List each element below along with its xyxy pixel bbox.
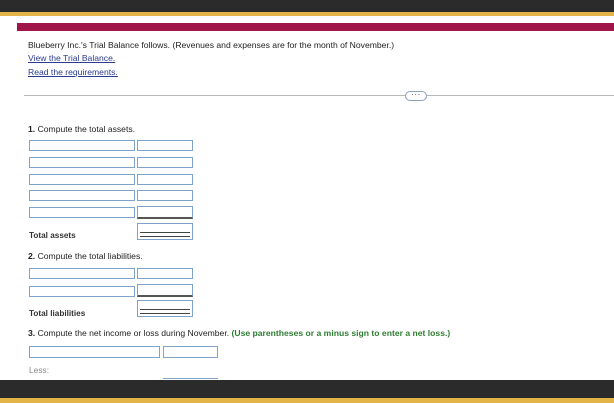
bottom-gold-stripe (0, 398, 614, 403)
question-2-number: 2. (28, 251, 36, 261)
expand-toggle-button[interactable]: ··· (405, 91, 427, 101)
total-assets-label: Total assets (29, 231, 76, 240)
double-rule (140, 309, 190, 314)
double-rule (140, 232, 190, 237)
question-1-text: Compute the total assets. (37, 124, 136, 134)
intro-text: Blueberry Inc.'s Trial Balance follows. … (28, 40, 395, 50)
assets-account-input-1[interactable] (29, 140, 135, 151)
question-1: 1. Compute the total assets. (28, 124, 135, 134)
assets-amount-input-2[interactable] (137, 157, 193, 168)
top-gold-stripe (0, 12, 614, 16)
total-liabilities-label: Total liabilities (29, 309, 86, 318)
assets-account-input-4[interactable] (29, 190, 135, 201)
question-2-text: Compute the total liabilities. (37, 251, 143, 261)
header-band (17, 23, 614, 31)
question-3-text: Compute the net income or loss during No… (37, 328, 230, 338)
total-liabilities-input[interactable] (137, 300, 193, 317)
liabilities-amount-input-2[interactable] (137, 284, 193, 297)
question-1-number: 1. (28, 124, 36, 134)
question-3: 3. Compute the net income or loss during… (28, 328, 450, 338)
liabilities-account-input-2[interactable] (29, 286, 135, 297)
question-3-number: 3. (28, 328, 36, 338)
question-2: 2. Compute the total liabilities. (28, 251, 143, 261)
assets-account-input-3[interactable] (29, 174, 135, 185)
assets-amount-input-5[interactable] (137, 206, 193, 219)
question-3-hint: (Use parentheses or a minus sign to ente… (231, 328, 451, 338)
assets-amount-input-3[interactable] (137, 174, 193, 185)
section-divider (24, 95, 614, 96)
less-label: Less: (29, 365, 50, 375)
top-dark-bar (0, 0, 614, 12)
total-assets-input[interactable] (137, 223, 193, 240)
assets-amount-input-4[interactable] (137, 190, 193, 201)
net-income-account-input[interactable] (29, 346, 160, 358)
assets-account-input-5[interactable] (29, 207, 135, 218)
liabilities-amount-input-1[interactable] (137, 268, 193, 279)
liabilities-account-input-1[interactable] (29, 268, 135, 279)
read-requirements-link[interactable]: Read the requirements. (28, 67, 118, 77)
net-income-amount-input[interactable] (163, 346, 218, 358)
assets-account-input-2[interactable] (29, 157, 135, 168)
assets-amount-input-1[interactable] (137, 140, 193, 151)
view-trial-balance-link[interactable]: View the Trial Balance. (28, 53, 115, 63)
